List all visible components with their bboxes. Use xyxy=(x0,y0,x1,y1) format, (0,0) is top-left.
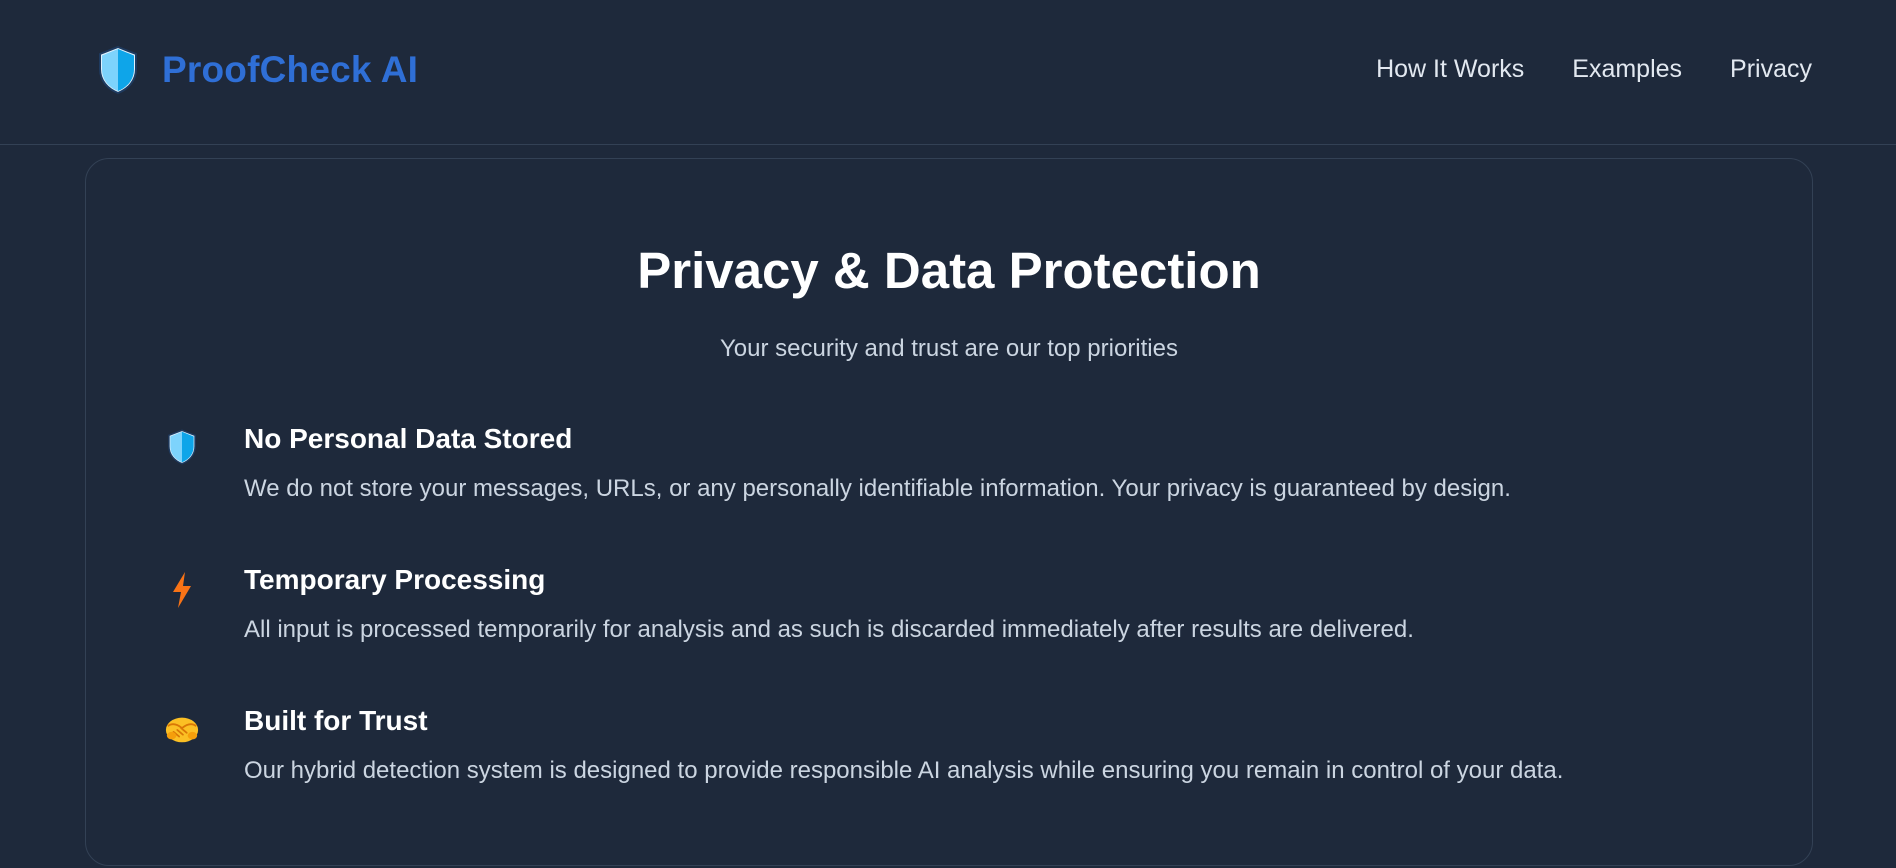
lightning-icon xyxy=(164,570,200,610)
brand-name: ProofCheck AI xyxy=(162,49,419,90)
handshake-icon xyxy=(164,709,200,749)
page-title: Privacy & Data Protection xyxy=(637,242,1261,299)
privacy-card: Privacy & Data Protection Your security … xyxy=(85,158,1813,866)
page-subtitle: Your security and trust are our top prio… xyxy=(719,335,1178,362)
feature-title: Temporary Processing xyxy=(244,564,546,595)
shield-icon xyxy=(99,45,137,95)
shield-icon xyxy=(164,427,200,467)
feature-description: All input is processed temporarily for a… xyxy=(244,616,1414,643)
feature-title: No Personal Data Stored xyxy=(244,423,573,454)
brand[interactable]: ProofCheck AI xyxy=(96,44,418,96)
feature-description: Our hybrid detection system is designed … xyxy=(244,757,1564,784)
site-header: ProofCheck AI How It Works Examples Priv… xyxy=(0,0,1896,145)
nav-how-it-works[interactable]: How It Works xyxy=(1376,50,1524,88)
feature-title: Built for Trust xyxy=(244,705,428,736)
nav-examples[interactable]: Examples xyxy=(1572,50,1682,88)
main-nav: How It Works Examples Privacy xyxy=(1376,50,1812,88)
feature-description: We do not store your messages, URLs, or … xyxy=(244,475,1511,502)
nav-privacy[interactable]: Privacy xyxy=(1730,50,1812,88)
